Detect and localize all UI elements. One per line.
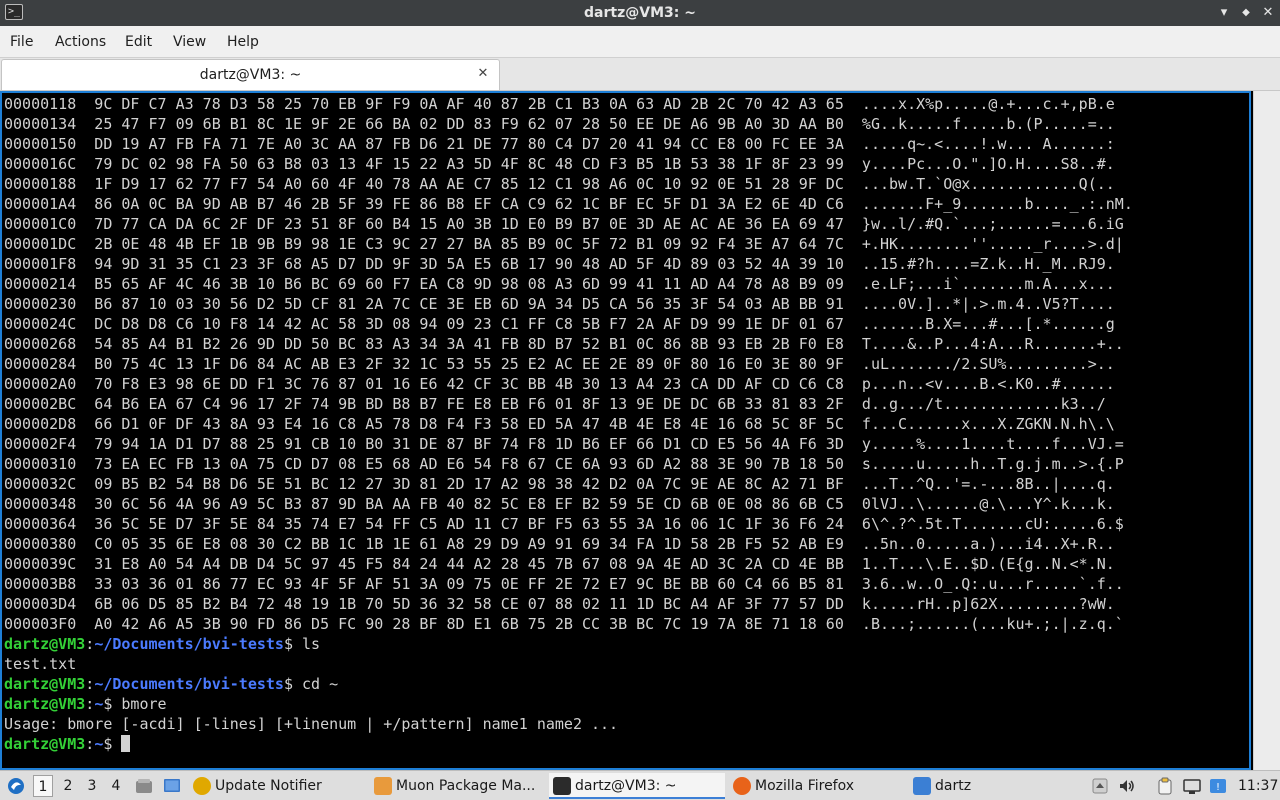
tab-close-icon[interactable]: ✕ [475, 66, 491, 82]
start-menu-icon[interactable] [6, 776, 26, 796]
terminal-view: 00000118 9C DF C7 A3 78 D3 58 25 70 EB 9… [0, 91, 1280, 770]
task-label: dartz [935, 778, 972, 794]
prompt-user: dartz@VM3 [4, 735, 86, 753]
menu-bar: File Actions Edit View Help [0, 26, 1280, 58]
show-desktop-icon[interactable] [163, 777, 181, 795]
command-output: Usage: bmore [-acdi] [-lines] [+linenum … [4, 715, 619, 733]
hex-dump-row: 00000380 C0 05 35 6E E8 08 30 C2 BB 1C 1… [4, 535, 1115, 553]
terminal-icon [553, 777, 571, 795]
hex-dump-row: 00000284 B0 75 4C 13 1F D6 84 AC AB E3 2… [4, 355, 1115, 373]
prompt-line: dartz@VM3:~/Documents/bvi-tests$ cd ~ [4, 674, 1133, 694]
workspace-3[interactable]: 3 [82, 775, 102, 797]
maximize-button[interactable]: ◆ [1235, 0, 1257, 26]
hex-dump-row: 000001DC 2B 0E 48 4B EF 1B 9B B9 98 1E C… [4, 235, 1124, 253]
prompt-command: $ [103, 735, 122, 753]
hex-dump-row: 000002F4 79 94 1A D1 D7 88 25 91 CB 10 B… [4, 435, 1124, 453]
firefox-icon [733, 777, 751, 795]
clipboard-icon[interactable] [1156, 777, 1174, 795]
taskbar: 1234 Update Notifier Muon Package Ma... da… [0, 770, 1280, 800]
window-titlebar: >_ dartz@VM3: ~ ▾ ◆ ✕ [0, 0, 1280, 26]
hex-dump-row: 000001F8 94 9D 31 35 C1 23 3F 68 A5 D7 D… [4, 255, 1115, 273]
hex-dump-row: 00000214 B5 65 AF 4C 46 3B 10 B6 BC 69 6… [4, 275, 1115, 293]
taskbar-task-terminal[interactable]: dartz@VM3: ~ [549, 773, 725, 799]
taskbar-task-folder[interactable]: dartz [909, 773, 1081, 799]
taskbar-task-firefox[interactable]: Mozilla Firefox [729, 773, 901, 799]
prompt-command: $ bmore [103, 695, 167, 713]
hex-dump-row: 00000348 30 6C 56 4A 96 A9 5C B3 87 9D B… [4, 495, 1115, 513]
terminal-lines: 00000118 9C DF C7 A3 78 D3 58 25 70 EB 9… [4, 94, 1133, 754]
hex-dump-row: 00000188 1F D9 17 62 77 F7 54 A0 60 4F 4… [4, 175, 1115, 193]
hex-dump-row: 00000364 36 5C 5E D7 3F 5E 84 35 74 E7 5… [4, 515, 1124, 533]
package-manager-icon [374, 777, 392, 795]
hex-dump-row: 000001C0 7D 77 CA DA 6C 2F DF 23 51 8F 6… [4, 215, 1124, 233]
hex-dump-row: 00000268 54 85 A4 B1 B2 26 9D DD 50 BC 8… [4, 335, 1124, 353]
hex-dump-row: 0000024C DC D8 D8 C6 10 F8 14 42 AC 58 3… [4, 315, 1115, 333]
minimize-button[interactable]: ▾ [1213, 0, 1235, 26]
prompt-path: ~ [94, 735, 104, 753]
hex-dump-row: 00000310 73 EA EC FB 13 0A 75 CD D7 08 E… [4, 455, 1124, 473]
hex-dump-row: 00000150 DD 19 A7 FB FA 71 7E A0 3C AA 8… [4, 135, 1115, 153]
hex-dump-row: 000002A0 70 F8 E3 98 6E DD F1 3C 76 87 0… [4, 375, 1115, 393]
file-manager-launcher-icon[interactable] [135, 777, 153, 795]
tray-expand-icon[interactable] [1091, 777, 1109, 795]
taskbar-task-package-manager[interactable]: Muon Package Ma... [370, 773, 542, 799]
task-label: Muon Package Ma... [396, 778, 536, 794]
prompt-command: $ cd ~ [283, 675, 339, 693]
task-label: Mozilla Firefox [755, 778, 855, 794]
prompt-user: dartz@VM3 [4, 675, 86, 693]
prompt-separator: : [85, 695, 95, 713]
menu-actions[interactable]: Actions [46, 26, 115, 58]
menu-help[interactable]: Help [218, 26, 268, 58]
hex-dump-row: 0000039C 31 E8 A0 54 A4 DB D4 5C 97 45 F… [4, 555, 1115, 573]
volume-icon[interactable] [1118, 777, 1136, 795]
command-output: test.txt [4, 655, 77, 673]
tab-bar: dartz@VM3: ~ ✕ [0, 58, 1280, 91]
prompt-separator: : [85, 735, 95, 753]
update-notifier-icon [193, 777, 211, 795]
prompt-user: dartz@VM3 [4, 695, 86, 713]
task-label: dartz@VM3: ~ [575, 778, 677, 794]
hex-dump-row: 000002D8 66 D1 0F DF 43 8A 93 E4 16 C8 A… [4, 415, 1115, 433]
hex-dump-row: 00000230 B6 87 10 03 30 56 D2 5D CF 81 2… [4, 295, 1115, 313]
clock[interactable]: 11:37 [1238, 771, 1278, 800]
menu-view[interactable]: View [164, 26, 215, 58]
menu-file[interactable]: File [1, 26, 42, 58]
hex-dump-row: 00000134 25 47 F7 09 6B B1 8C 1E 9F 2E 6… [4, 115, 1115, 133]
menu-edit[interactable]: Edit [116, 26, 161, 58]
hex-dump-row: 00000118 9C DF C7 A3 78 D3 58 25 70 EB 9… [4, 95, 1115, 113]
prompt-path: ~/Documents/bvi-tests [94, 635, 284, 653]
terminal-output[interactable]: 00000118 9C DF C7 A3 78 D3 58 25 70 EB 9… [0, 91, 1251, 770]
prompt-line: dartz@VM3:~$ [4, 734, 1133, 754]
window-title: dartz@VM3: ~ [584, 5, 696, 21]
workspace-4[interactable]: 4 [106, 775, 126, 797]
svg-text:!: ! [1216, 782, 1220, 793]
workspace-2[interactable]: 2 [58, 775, 78, 797]
taskbar-task-update-notifier[interactable]: Update Notifier [189, 773, 361, 799]
hex-dump-row: 0000032C 09 B5 B2 54 B8 D6 5E 51 BC 12 2… [4, 475, 1115, 493]
prompt-command: $ ls [283, 635, 321, 653]
hex-dump-row: 0000016C 79 DC 02 98 FA 50 63 B8 03 13 4… [4, 155, 1115, 173]
prompt-separator: : [85, 675, 95, 693]
workspace-1[interactable]: 1 [33, 775, 53, 797]
prompt-path: ~ [94, 695, 104, 713]
hex-dump-row: 000001A4 86 0A 0C BA 9D AB B7 46 2B 5F 3… [4, 195, 1133, 213]
prompt-separator: : [85, 635, 95, 653]
close-button[interactable]: ✕ [1257, 0, 1279, 26]
hex-dump-row: 000003F0 A0 42 A6 A5 3B 90 FD 86 D5 FC 9… [4, 615, 1124, 633]
terminal-scrollbar[interactable] [1253, 91, 1280, 770]
prompt-line: dartz@VM3:~/Documents/bvi-tests$ ls [4, 634, 1133, 654]
folder-icon [913, 777, 931, 795]
tab-label: dartz@VM3: ~ [199, 67, 302, 83]
hex-dump-row: 000003B8 33 03 36 01 86 77 EC 93 4F 5F A… [4, 575, 1124, 593]
hex-dump-row: 000003D4 6B 06 D5 85 B2 B4 72 48 19 1B 7… [4, 595, 1115, 613]
notifications-icon[interactable]: ! [1209, 777, 1227, 795]
network-icon[interactable] [1183, 777, 1201, 795]
terminal-tab[interactable]: dartz@VM3: ~ ✕ [1, 59, 500, 90]
prompt-user: dartz@VM3 [4, 635, 86, 653]
text-cursor [121, 735, 131, 752]
prompt-line: dartz@VM3:~$ bmore [4, 694, 1133, 714]
hex-dump-row: 000002BC 64 B6 EA 67 C4 96 17 2F 74 9B B… [4, 395, 1106, 413]
task-label: Update Notifier [215, 778, 322, 794]
prompt-path: ~/Documents/bvi-tests [94, 675, 284, 693]
